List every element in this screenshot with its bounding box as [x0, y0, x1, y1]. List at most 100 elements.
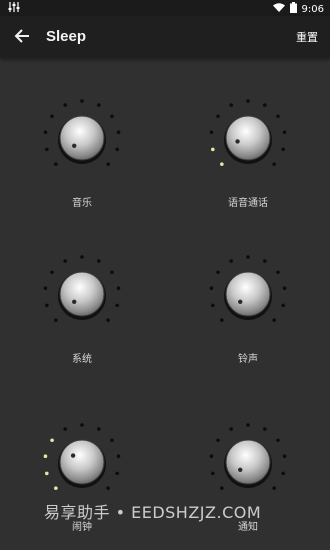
knob-alarm[interactable]: 闹钟	[22, 410, 142, 550]
level-dot	[115, 147, 119, 152]
arrow-left-icon	[14, 28, 30, 47]
level-dot	[281, 147, 285, 152]
knob-body[interactable]	[225, 439, 271, 485]
level-dot	[63, 427, 67, 431]
knob-indicator	[235, 139, 240, 144]
level-dot	[246, 99, 250, 103]
knob-indicator	[238, 299, 243, 304]
knob-ringtone[interactable]: 铃声	[188, 242, 308, 382]
battery-icon	[289, 2, 297, 16]
level-dot	[276, 270, 280, 275]
level-dot	[209, 130, 214, 135]
level-dot	[63, 259, 67, 263]
level-dot	[63, 103, 67, 107]
knob-music[interactable]: 音乐	[22, 86, 142, 226]
knob-label: 语音通话	[228, 198, 268, 209]
level-dot	[246, 255, 250, 259]
level-dot	[211, 471, 215, 476]
level-dot	[209, 454, 214, 459]
knob-grid: 音乐 语音通话 系统 铃声 闹钟 通知	[0, 58, 330, 533]
level-dot	[115, 303, 119, 308]
level-dot	[110, 114, 114, 119]
level-dot	[97, 103, 101, 107]
level-dot	[43, 130, 48, 135]
level-dot	[106, 486, 110, 490]
level-dot	[216, 114, 220, 119]
level-dot	[229, 427, 233, 431]
level-dot	[115, 471, 119, 476]
level-dot	[282, 286, 287, 291]
reset-button[interactable]: 重置	[296, 29, 318, 45]
level-dot	[116, 454, 121, 459]
status-time: 9:06	[301, 3, 324, 15]
back-button[interactable]	[10, 25, 34, 49]
watermark: 易享助手 • EEDSHZJZ.COM	[44, 503, 262, 522]
knob-label: 音乐	[72, 198, 92, 209]
level-dot	[116, 130, 121, 135]
level-dot	[276, 114, 280, 119]
level-dot	[282, 454, 287, 459]
level-dot	[80, 99, 84, 103]
knob-voice-call[interactable]: 语音通话	[188, 86, 308, 226]
level-dot	[45, 147, 49, 152]
level-dot	[281, 303, 285, 308]
level-dot	[281, 471, 285, 476]
page-title: Sleep	[46, 28, 87, 45]
level-dot	[54, 318, 58, 322]
level-dot	[246, 423, 250, 427]
level-dot	[97, 259, 101, 263]
volume-knob[interactable]	[188, 242, 308, 352]
level-dot	[263, 103, 267, 107]
level-dot	[272, 162, 276, 166]
level-dot	[272, 486, 276, 490]
level-dot-active	[43, 454, 48, 459]
level-dot	[216, 438, 220, 443]
level-dot	[110, 438, 114, 443]
level-dot	[263, 259, 267, 263]
level-dot	[110, 270, 114, 275]
knob-label: 铃声	[238, 354, 258, 365]
knob-indicator	[72, 299, 77, 304]
status-bar: 9:06	[0, 0, 330, 16]
knob-indicator	[70, 453, 76, 458]
level-dot-active	[211, 147, 215, 152]
volume-knob[interactable]	[22, 242, 142, 352]
knob-system[interactable]: 系统	[22, 242, 142, 382]
level-dot-active	[50, 438, 54, 443]
knob-label: 系统	[72, 354, 92, 365]
level-dot	[229, 259, 233, 263]
level-dot	[80, 423, 84, 427]
level-dot	[216, 270, 220, 275]
level-dot	[43, 286, 48, 291]
knob-body[interactable]	[59, 271, 105, 317]
knob-body[interactable]	[225, 115, 271, 161]
level-dot-active	[54, 486, 58, 490]
sliders-icon	[8, 2, 20, 15]
volume-knob[interactable]	[188, 86, 308, 196]
level-dot	[276, 438, 280, 443]
level-dot	[54, 162, 58, 166]
level-dot	[97, 427, 101, 431]
knob-body[interactable]	[225, 271, 271, 317]
app-bar: Sleep 重置	[0, 16, 330, 58]
level-dot	[272, 318, 276, 322]
level-dot	[106, 162, 110, 166]
knob-body[interactable]	[59, 439, 105, 485]
knob-indicator	[72, 143, 77, 148]
level-dot	[263, 427, 267, 431]
level-dot	[282, 130, 287, 135]
level-dot	[209, 286, 214, 291]
level-dot	[116, 286, 121, 291]
wifi-icon	[272, 3, 285, 15]
level-dot	[211, 303, 215, 308]
knob-notification[interactable]: 通知	[188, 410, 308, 550]
level-dot-active	[220, 162, 224, 166]
knob-body[interactable]	[59, 115, 105, 161]
volume-knob[interactable]	[22, 86, 142, 196]
level-dot	[80, 255, 84, 259]
level-dot	[220, 318, 224, 322]
level-dot	[220, 486, 224, 490]
level-dot	[106, 318, 110, 322]
level-dot	[50, 270, 54, 275]
knob-indicator	[238, 467, 243, 472]
